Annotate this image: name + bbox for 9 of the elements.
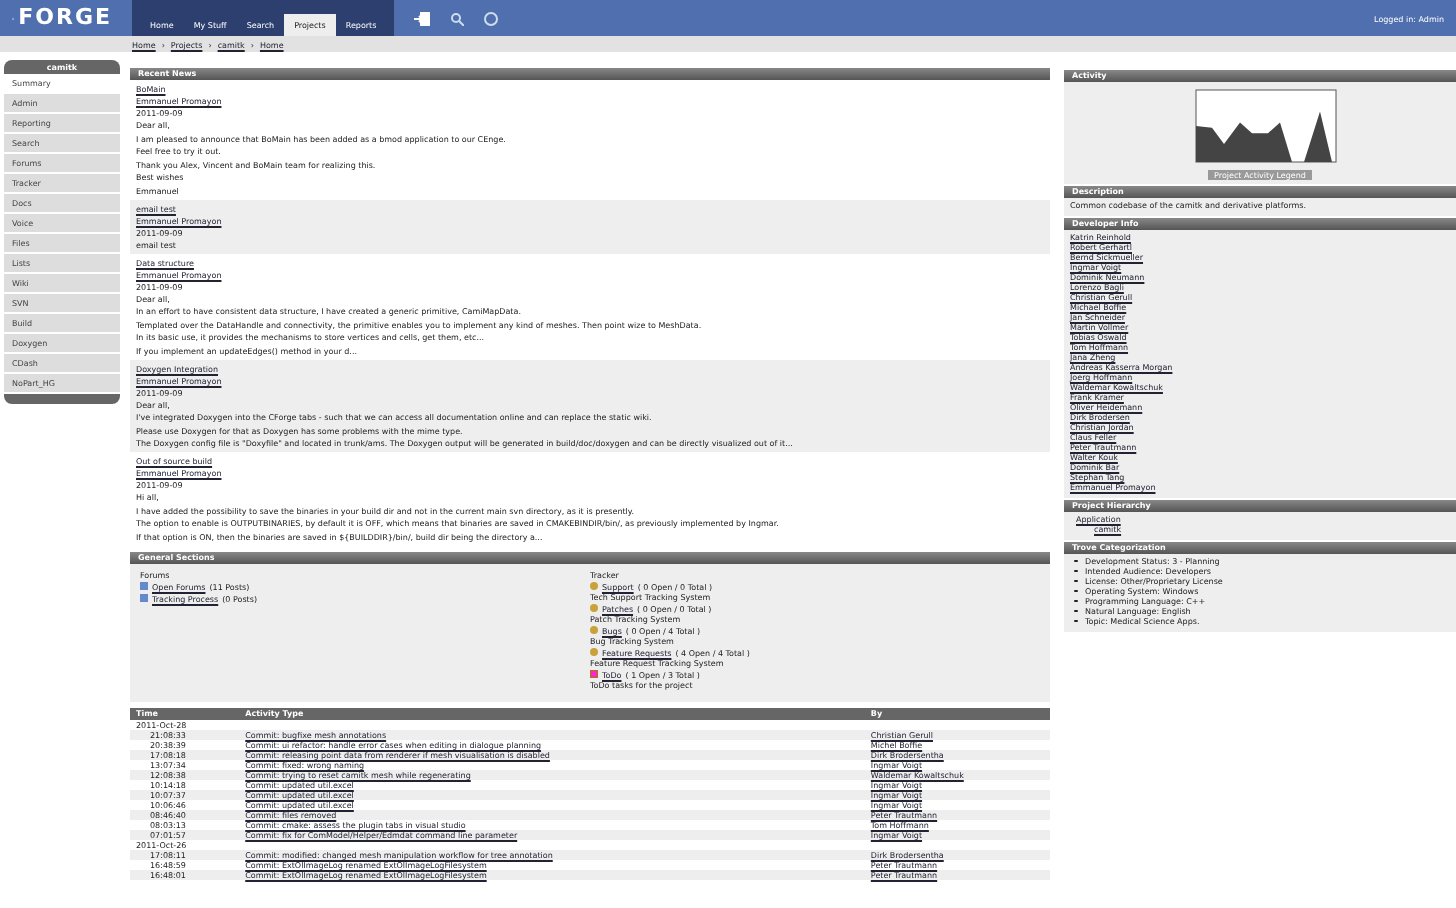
tracker-icon: [590, 648, 598, 656]
logo-text: FORGE: [18, 6, 112, 30]
search-icon[interactable]: [450, 11, 465, 25]
tracker-icon: [590, 582, 598, 590]
help-icon[interactable]: [484, 11, 499, 25]
login-icon[interactable]: [414, 11, 431, 25]
tracker-icon: [590, 604, 598, 612]
task-icon: [590, 670, 598, 678]
tracker-icon: [590, 626, 598, 634]
